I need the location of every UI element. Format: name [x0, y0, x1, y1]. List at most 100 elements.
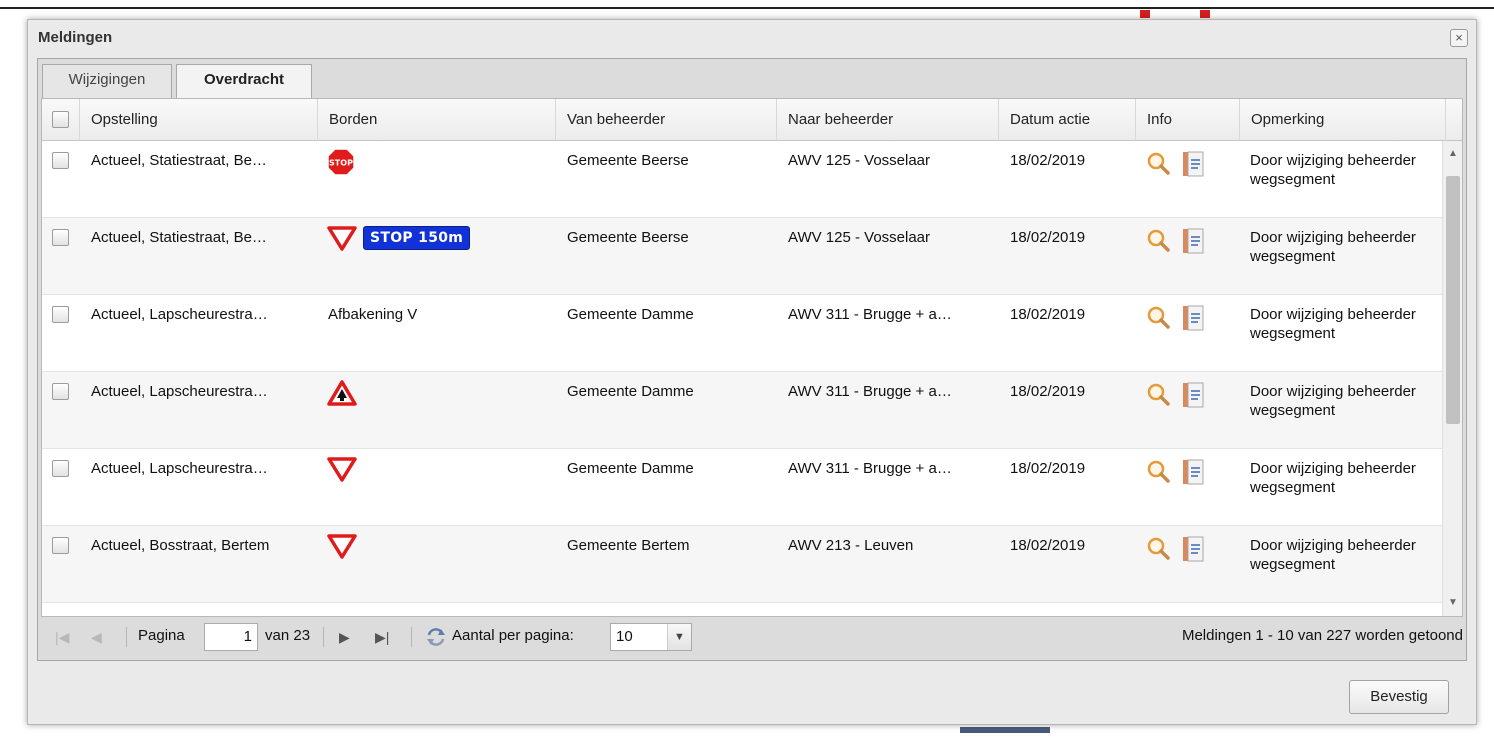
header-select-cell — [42, 99, 80, 141]
paging-toolbar: |◀ ◀ Pagina 1 van 23 ▶ ▶| Aantal per pag… — [41, 619, 1463, 657]
tab-wijzigingen[interactable]: Wijzigingen — [42, 64, 172, 98]
cell-opmerking: Door wijziging beheerder wegsegment — [1250, 229, 1416, 265]
grid-header: Opstelling Borden Van beheerder Naar beh… — [42, 99, 1462, 141]
table-row[interactable]: Actueel, Lapscheurestra… Afbakening V Ge… — [42, 295, 1442, 372]
cell-van-beheerder: Gemeente Damme — [567, 460, 694, 477]
toolbar-separator — [411, 627, 412, 647]
document-icon[interactable] — [1182, 151, 1204, 181]
meldingen-grid: Opstelling Borden Van beheerder Naar beh… — [41, 98, 1463, 617]
cell-opstelling: Actueel, Bosstraat, Bertem — [91, 537, 270, 554]
cell-borden: Afbakening V — [328, 306, 418, 323]
previous-page-icon[interactable]: ◀ — [91, 628, 102, 646]
cell-borden: STOP 150m — [327, 225, 471, 251]
cell-van-beheerder: Gemeente Damme — [567, 383, 694, 400]
next-page-icon[interactable]: ▶ — [339, 628, 350, 646]
column-header-borden[interactable]: Borden — [318, 99, 556, 141]
column-header-van-beheerder[interactable]: Van beheerder — [556, 99, 777, 141]
row-checkbox[interactable] — [52, 152, 69, 169]
table-row[interactable] — [42, 603, 1442, 616]
tab-overdracht[interactable]: Overdracht — [176, 64, 312, 99]
background-map-fragment — [1200, 10, 1210, 18]
search-icon[interactable] — [1146, 305, 1170, 333]
table-row[interactable]: Actueel, Lapscheurestra… Gemeente Damme … — [42, 372, 1442, 449]
cell-naar-beheerder: AWV 125 - Vosselaar — [788, 152, 931, 169]
cell-opmerking: Door wijziging beheerder wegsegment — [1250, 306, 1416, 342]
search-icon[interactable] — [1146, 459, 1170, 487]
page-label: Pagina — [138, 627, 185, 644]
grid-body: Actueel, Statiestraat, Be… STOP Gemeente… — [42, 141, 1442, 616]
cell-borden — [327, 379, 357, 407]
yield-sign-icon — [327, 457, 357, 482]
document-icon[interactable] — [1182, 536, 1204, 566]
cell-naar-beheerder: AWV 311 - Brugge + a… — [788, 306, 952, 323]
cell-opstelling: Actueel, Lapscheurestra… — [91, 383, 268, 400]
background-map-fragment — [960, 727, 1050, 733]
table-row[interactable]: Actueel, Bosstraat, Bertem Gemeente Bert… — [42, 526, 1442, 603]
cell-naar-beheerder: AWV 213 - Leuven — [788, 537, 914, 554]
row-checkbox[interactable] — [52, 537, 69, 554]
last-page-icon[interactable]: ▶| — [375, 628, 389, 646]
yield-sign-icon — [327, 534, 357, 559]
select-all-checkbox[interactable] — [52, 111, 69, 128]
table-row[interactable]: Actueel, Statiestraat, Be… STOP Gemeente… — [42, 141, 1442, 218]
scroll-thumb[interactable] — [1446, 176, 1460, 424]
cell-opmerking: Door wijziging beheerder wegsegment — [1250, 383, 1416, 419]
cell-datum-actie: 18/02/2019 — [1010, 229, 1086, 246]
tab-panel: Wijzigingen Overdracht Opstelling Borden… — [37, 58, 1467, 661]
table-row[interactable]: Actueel, Lapscheurestra… Gemeente Damme … — [42, 449, 1442, 526]
column-header-naar-beheerder[interactable]: Naar beheerder — [777, 99, 999, 141]
cell-van-beheerder: Gemeente Bertem — [567, 537, 690, 554]
per-page-value: 10 — [616, 628, 633, 645]
document-icon[interactable] — [1182, 305, 1204, 335]
row-checkbox[interactable] — [52, 306, 69, 323]
scroll-down-icon[interactable]: ▼ — [1447, 598, 1459, 608]
tab-strip: Wijzigingen Overdracht — [38, 59, 1466, 99]
yield-sign-icon — [327, 226, 357, 251]
warning-triangle-icon — [327, 380, 357, 406]
cell-naar-beheerder: AWV 311 - Brugge + a… — [788, 460, 952, 477]
cell-van-beheerder: Gemeente Beerse — [567, 152, 689, 169]
confirm-button[interactable]: Bevestig — [1349, 680, 1449, 714]
first-page-icon[interactable]: |◀ — [55, 628, 69, 646]
document-icon[interactable] — [1182, 228, 1204, 258]
document-icon[interactable] — [1182, 382, 1204, 412]
close-icon: × — [1455, 30, 1463, 45]
per-page-select[interactable]: 10 ▼ — [610, 623, 692, 651]
search-icon[interactable] — [1146, 382, 1170, 410]
cell-borden — [327, 456, 357, 482]
cell-datum-actie: 18/02/2019 — [1010, 537, 1086, 554]
per-page-label: Aantal per pagina: — [452, 627, 574, 644]
table-row[interactable]: Actueel, Statiestraat, Be… STOP 150m Gem… — [42, 218, 1442, 295]
toolbar-separator — [126, 627, 127, 647]
row-checkbox[interactable] — [52, 460, 69, 477]
cell-opstelling: Actueel, Lapscheurestra… — [91, 306, 268, 323]
paging-status: Meldingen 1 - 10 van 227 worden getoond — [1181, 627, 1463, 644]
cell-opstelling: Actueel, Statiestraat, Be… — [91, 152, 267, 169]
stop-distance-sign-icon: STOP 150m — [363, 226, 471, 250]
cell-opmerking: Door wijziging beheerder wegsegment — [1250, 460, 1416, 496]
scroll-up-icon[interactable]: ▲ — [1447, 149, 1459, 159]
row-checkbox[interactable] — [52, 229, 69, 246]
page-number-input[interactable]: 1 — [204, 623, 258, 651]
vertical-scrollbar[interactable]: ▲ ▼ — [1442, 141, 1462, 616]
page-top-border — [0, 7, 1494, 9]
search-icon[interactable] — [1146, 536, 1170, 564]
stop-sign-icon: STOP — [327, 148, 355, 176]
stop-sign-label: STOP — [329, 159, 353, 168]
cell-datum-actie: 18/02/2019 — [1010, 460, 1086, 477]
column-header-info[interactable]: Info — [1136, 99, 1240, 141]
search-icon[interactable] — [1146, 151, 1170, 179]
chevron-down-icon[interactable]: ▼ — [667, 624, 691, 650]
column-header-opmerking[interactable]: Opmerking — [1240, 99, 1446, 141]
close-button[interactable]: × — [1450, 29, 1468, 47]
refresh-icon[interactable] — [425, 626, 447, 652]
meldingen-dialog: Meldingen × Wijzigingen Overdracht Opste… — [27, 19, 1477, 725]
cell-opmerking: Door wijziging beheerder wegsegment — [1250, 537, 1416, 573]
cell-datum-actie: 18/02/2019 — [1010, 383, 1086, 400]
document-icon[interactable] — [1182, 459, 1204, 489]
search-icon[interactable] — [1146, 228, 1170, 256]
row-checkbox[interactable] — [52, 383, 69, 400]
cell-naar-beheerder: AWV 311 - Brugge + a… — [788, 383, 952, 400]
column-header-opstelling[interactable]: Opstelling — [80, 99, 318, 141]
column-header-datum-actie[interactable]: Datum actie — [999, 99, 1136, 141]
